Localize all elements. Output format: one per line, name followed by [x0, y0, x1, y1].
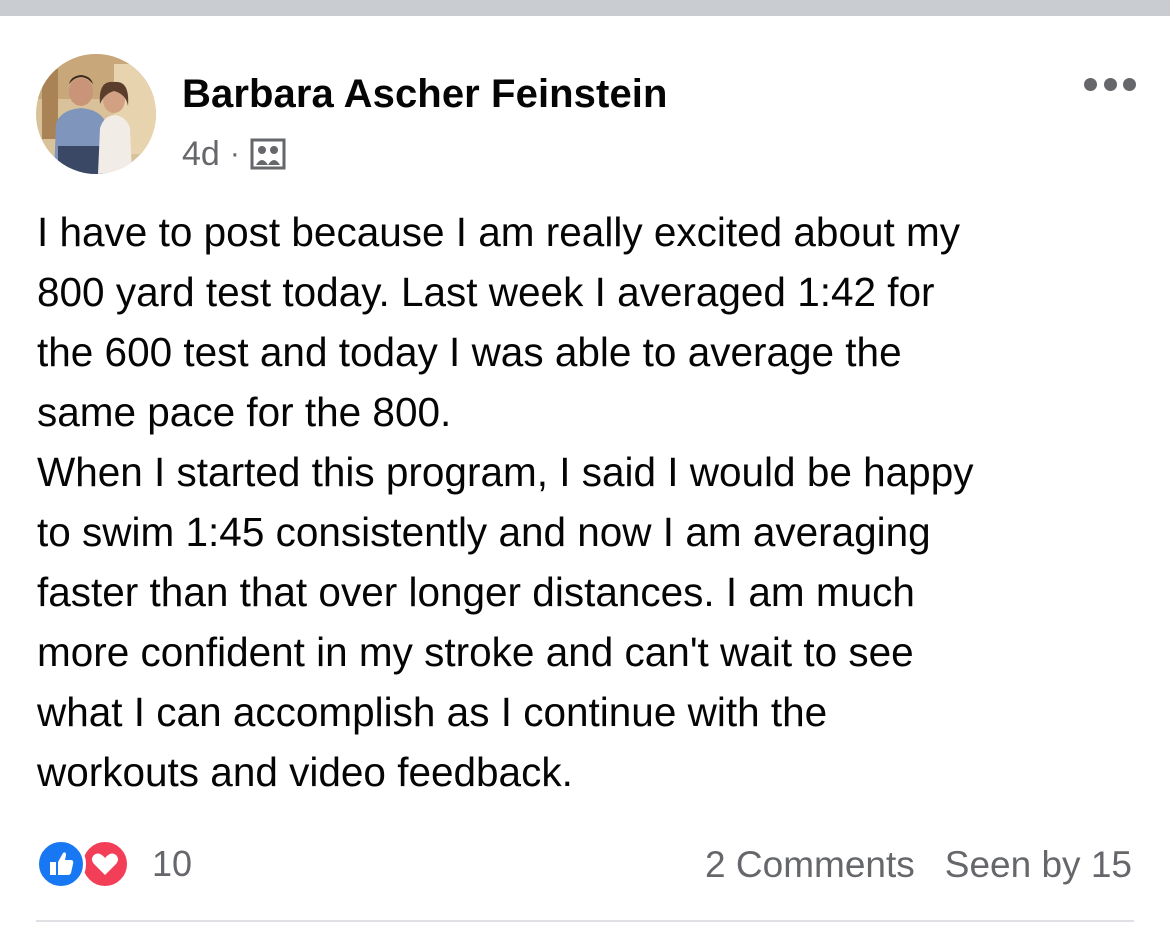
feed-post: Barbara Ascher Feinstein 4d · I have to …	[0, 16, 1170, 925]
author-avatar[interactable]	[36, 54, 156, 174]
love-icon	[80, 839, 130, 889]
post-body: I have to post because I am really excit…	[37, 202, 1147, 802]
reactions-summary[interactable]: 10	[36, 838, 192, 890]
more-dot	[1123, 77, 1136, 91]
post-body-line: When I started this program, I said I wo…	[37, 449, 974, 495]
author-name[interactable]: Barbara Ascher Feinstein	[182, 72, 668, 117]
post-body-line: faster than that over longer distances. …	[37, 569, 915, 615]
post-body-line: same pace for the 800.	[37, 389, 452, 435]
post-body-line: more confident in my stroke and can't wa…	[37, 629, 914, 675]
meta-separator: ·	[229, 137, 240, 170]
post-timestamp[interactable]: 4d	[182, 135, 220, 174]
more-dot	[1103, 77, 1117, 91]
more-options-icon[interactable]	[1084, 72, 1136, 96]
post-body-line: 800 yard test today. Last week I average…	[37, 269, 935, 315]
seen-by-link[interactable]: Seen by 15	[945, 844, 1132, 886]
post-stats: 2 Comments Seen by 15	[705, 842, 1132, 888]
avatar-photo	[36, 54, 156, 174]
post-divider	[36, 920, 1134, 922]
post-body-line: to swim 1:45 consistently and now I am a…	[37, 509, 931, 555]
like-icon	[36, 839, 86, 889]
feed-separator-strip	[0, 0, 1170, 16]
post-body-line: what I can accomplish as I continue with…	[37, 689, 828, 735]
post-body-line: I have to post because I am really excit…	[37, 209, 960, 255]
post-meta: 4d ·	[182, 134, 286, 174]
post-body-line: the 600 test and today I was able to ave…	[37, 329, 902, 375]
more-dot	[1084, 77, 1097, 91]
group-photo-icon[interactable]	[250, 136, 286, 172]
post-body-line: workouts and video feedback.	[37, 749, 573, 795]
reaction-count: 10	[152, 843, 193, 884]
comments-link[interactable]: 2 Comments	[705, 844, 915, 886]
